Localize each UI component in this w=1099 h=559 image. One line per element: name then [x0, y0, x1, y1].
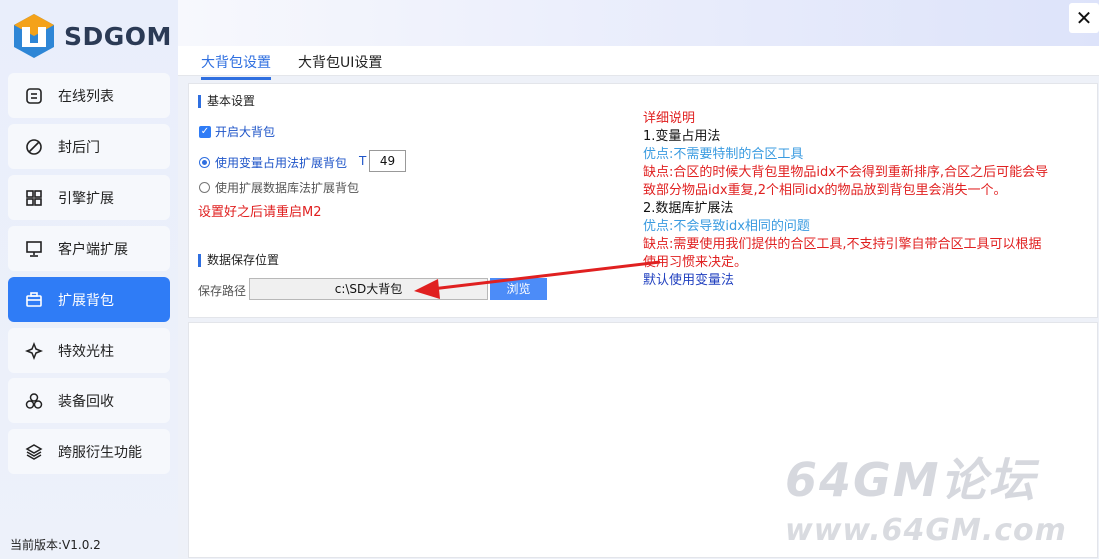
grid-icon [24, 188, 44, 208]
t-label: T [359, 154, 367, 168]
sidebar-item-label: 封后门 [58, 139, 100, 156]
method2-title: 2.数据库扩展法 [643, 201, 734, 216]
app-logo: SDGOM [12, 12, 178, 60]
save-path-input[interactable]: c:\SD大背包 [249, 278, 488, 300]
sidebar-item-label: 特效光柱 [58, 343, 114, 360]
sidebar-item-online-list[interactable]: 在线列表 [8, 73, 170, 118]
sdgom-logo-icon [14, 14, 54, 58]
logo-text: SDGOM [64, 21, 172, 51]
sidebar-item-block-backdoor[interactable]: 封后门 [8, 124, 170, 169]
list-icon [24, 86, 44, 106]
sidebar: SDGOM 在线列表 封后门 引擎扩展 客户端扩展 扩展背包 特效光柱 装备回收… [0, 0, 178, 559]
tab-bag-ui-settings[interactable]: 大背包UI设置 [298, 52, 382, 77]
method1-title: 1.变量占用法 [643, 129, 721, 144]
watermark-title: 64GM论坛 [785, 453, 1037, 507]
default-note: 默认使用变量法 [643, 273, 735, 288]
sidebar-item-engine-extension[interactable]: 引擎扩展 [8, 175, 170, 220]
enable-bag-label: 开启大背包 [215, 125, 276, 139]
method2-pro: 优点:不会导致idx相同的问题 [643, 219, 810, 234]
radio-variable-method[interactable]: 使用变量占用法扩展背包 [199, 154, 347, 171]
sidebar-item-equipment-recycle[interactable]: 装备回收 [8, 378, 170, 423]
sidebar-item-label: 跨服衍生功能 [58, 444, 142, 461]
radio-database-method[interactable]: 使用扩展数据库法扩展背包 [199, 179, 359, 196]
radio-variable-label: 使用变量占用法扩展背包 [215, 156, 348, 170]
checkmark-icon: ✓ [199, 125, 211, 138]
tab-bar: 大背包设置 大背包UI设置 [178, 46, 1099, 80]
radio-off-icon [199, 182, 210, 193]
browse-button[interactable]: 浏览 [490, 278, 547, 300]
title-bar: ✕ [178, 0, 1099, 46]
recycle-icon [24, 391, 44, 411]
section-title-basic: 基本设置 [198, 95, 255, 108]
settings-panel: 基本设置 ✓ 开启大背包 使用变量占用法扩展背包 T 49 使用扩展数据库法扩展… [188, 83, 1098, 318]
close-icon: ✕ [1075, 6, 1093, 30]
section-title-save: 数据保存位置 [198, 254, 279, 267]
sidebar-item-label: 装备回收 [58, 393, 114, 410]
monitor-icon [24, 239, 44, 259]
description-heading: 详细说明 [643, 111, 696, 126]
version-label: 当前版本:V1.0.2 [10, 538, 101, 552]
method2-con-line2: 使用习惯来决定。 [643, 255, 748, 270]
bag-icon [24, 290, 44, 310]
sparkle-icon [24, 341, 44, 361]
layers-icon [24, 442, 44, 462]
sidebar-item-label: 客户端扩展 [58, 241, 128, 258]
ban-icon [24, 137, 44, 157]
method1-con-line1: 缺点:合区的时候大背包里物品idx不会得到重新排序,合区之后可能会导 [643, 165, 1049, 180]
radio-on-icon [199, 157, 210, 168]
sidebar-item-cross-server[interactable]: 跨服衍生功能 [8, 429, 170, 474]
enable-bag-checkbox[interactable]: ✓ 开启大背包 [199, 123, 275, 140]
t-value-input[interactable]: 49 [369, 150, 406, 172]
method2-con-line1: 缺点:需要使用我们提供的合区工具,不支持引擎自带合区工具可以根据 [643, 237, 1042, 252]
restart-note: 设置好之后请重启M2 [198, 205, 322, 220]
sidebar-item-label: 在线列表 [58, 88, 114, 105]
sidebar-item-client-extension[interactable]: 客户端扩展 [8, 226, 170, 271]
method1-pro: 优点:不需要特制的合区工具 [643, 147, 804, 162]
sidebar-item-effect-pillar[interactable]: 特效光柱 [8, 328, 170, 373]
watermark-url: www.64GM.com [785, 513, 1067, 548]
save-path-label: 保存路径 [198, 284, 247, 298]
sidebar-item-label: 扩展背包 [58, 292, 114, 309]
description-block: 详细说明 1.变量占用法 优点:不需要特制的合区工具 缺点:合区的时候大背包里物… [643, 110, 1093, 290]
sidebar-item-label: 引擎扩展 [58, 190, 114, 207]
radio-database-label: 使用扩展数据库法扩展背包 [215, 181, 360, 195]
sidebar-item-extend-bag[interactable]: 扩展背包 [8, 277, 170, 322]
close-button[interactable]: ✕ [1069, 3, 1099, 33]
tab-bag-settings[interactable]: 大背包设置 [201, 52, 271, 80]
method1-con-line2: 致部分物品idx重复,2个相同idx的物品放到背包里会消失一个。 [643, 183, 1007, 198]
